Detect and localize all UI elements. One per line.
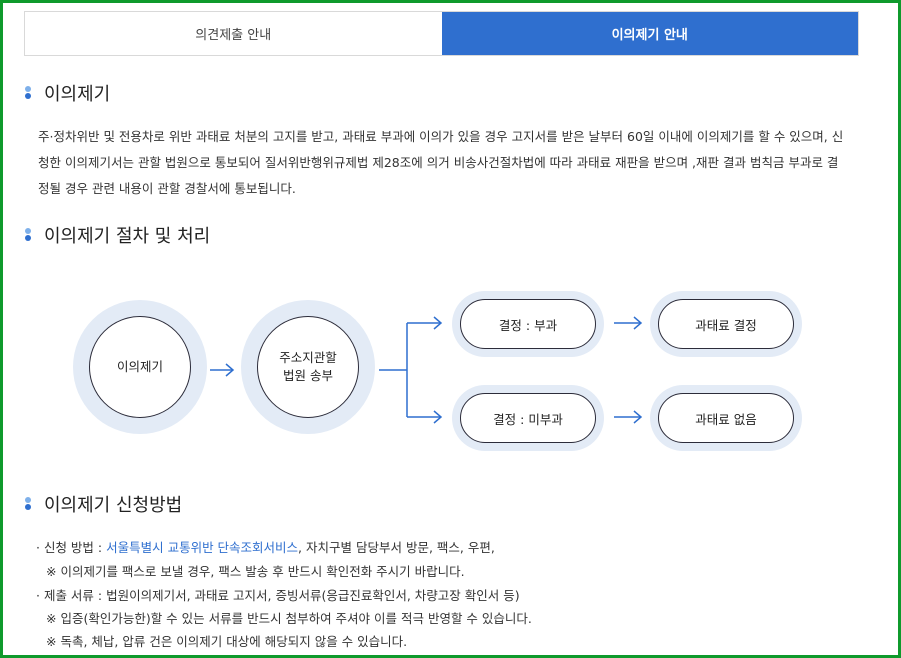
section-title-application: 이의제기 신청방법 [24, 491, 182, 517]
list-item-label: · 신청 방법 : [36, 540, 107, 555]
list-note: ※ 독촉, 체납, 압류 건은 이의제기 대상에 해당되지 않을 수 있습니다. [46, 634, 408, 649]
section-title-objection: 이의제기 [24, 80, 110, 106]
bullet-icon [24, 86, 32, 100]
list-note: ※ 이의제기를 팩스로 보낼 경우, 팩스 발송 후 반드시 확인전화 주시기 … [46, 564, 465, 579]
tab-bar: 의견제출 안내 이의제기 안내 [24, 11, 859, 56]
tab-opinion-guide[interactable]: 의견제출 안내 [25, 12, 442, 55]
section-title-text: 이의제기 절차 및 처리 [44, 226, 211, 247]
objection-description: 주·정차위반 및 전용차로 위반 과태료 처분의 고지를 받고, 과태료 부과에… [38, 129, 844, 196]
bullet-icon [24, 228, 32, 242]
page-frame [0, 0, 901, 658]
tab-objection-guide[interactable]: 이의제기 안내 [441, 12, 858, 55]
section-title-text: 이의제기 신청방법 [44, 495, 183, 516]
list-item-text: , 자치구별 담당부서 방문, 팩스, 우편, [298, 540, 495, 555]
bullet-icon [24, 497, 32, 511]
list-note: ※ 입증(확인가능한)할 수 있는 서류를 반드시 첨부하여 주셔야 이를 적극… [46, 611, 532, 626]
section-title-text: 이의제기 [44, 84, 111, 105]
traffic-violation-service-link[interactable]: 서울특별시 교통위반 단속조회서비스 [106, 540, 298, 555]
list-item-documents: · 제출 서류 : 법원이의제기서, 과태료 고지서, 증빙서류(응급진료확인서… [36, 588, 520, 603]
list-item-application-method: · 신청 방법 : 서울특별시 교통위반 단속조회서비스, 자치구별 담당부서 … [36, 537, 495, 556]
section-title-procedure: 이의제기 절차 및 처리 [24, 222, 210, 248]
